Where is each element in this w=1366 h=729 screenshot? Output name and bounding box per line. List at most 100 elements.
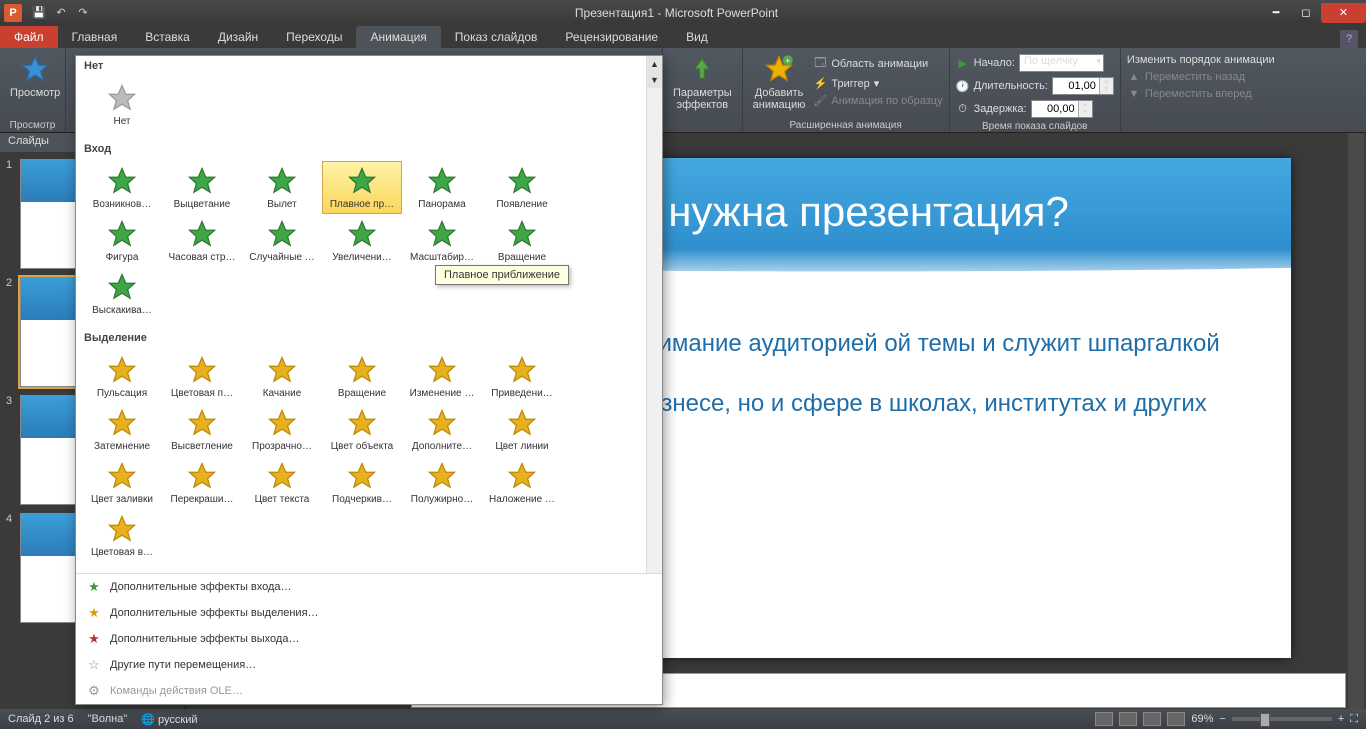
save-button[interactable]: 💾: [30, 4, 48, 22]
more-emphasis-effects[interactable]: ★Дополнительные эффекты выделения…: [76, 600, 662, 626]
star-plus-icon: +: [763, 53, 795, 85]
slideshow-view-button[interactable]: [1167, 712, 1185, 726]
anim-item[interactable]: Часовая стр…: [162, 214, 242, 267]
anim-item[interactable]: Затемнение: [82, 403, 162, 456]
more-motion-label: Другие пути перемещения…: [110, 659, 256, 671]
tab-insert[interactable]: Вставка: [131, 26, 204, 48]
anim-item-label: Масштабир…: [404, 252, 480, 263]
preview-button[interactable]: Просмотр: [6, 51, 64, 101]
reading-view-button[interactable]: [1143, 712, 1161, 726]
delay-spinner[interactable]: ▲▼: [1031, 100, 1093, 118]
anim-item[interactable]: Дополните…: [402, 403, 482, 456]
anim-item-label: Выцветание: [164, 199, 240, 210]
redo-button[interactable]: ↷: [74, 4, 92, 22]
gallery-scrollbar[interactable]: ▲ ▼: [646, 56, 662, 573]
undo-button[interactable]: ↶: [52, 4, 70, 22]
close-button[interactable]: ✕: [1321, 3, 1366, 23]
tab-transitions[interactable]: Переходы: [272, 26, 356, 48]
anim-none[interactable]: Нет: [82, 78, 162, 131]
tab-review[interactable]: Рецензирование: [551, 26, 672, 48]
maximize-button[interactable]: ◻: [1291, 3, 1321, 23]
anim-item[interactable]: Приведени…: [482, 350, 562, 403]
tab-design[interactable]: Дизайн: [204, 26, 272, 48]
anim-item[interactable]: Выцветание: [162, 161, 242, 214]
anim-item[interactable]: Вылет: [242, 161, 322, 214]
anim-item[interactable]: Высветление: [162, 403, 242, 456]
vertical-scrollbar[interactable]: [1348, 133, 1364, 709]
sorter-view-button[interactable]: [1119, 712, 1137, 726]
animation-pane-button[interactable]: 🗔Область анимации: [813, 53, 942, 74]
move-later-button[interactable]: ▼Переместить вперед: [1127, 87, 1275, 101]
trigger-button[interactable]: ⚡Триггер ▾: [813, 76, 942, 91]
anim-item[interactable]: Вращение: [482, 214, 562, 267]
anim-item[interactable]: Цвет линии: [482, 403, 562, 456]
anim-none-label: Нет: [84, 116, 160, 127]
anim-item-label: Появление: [484, 199, 560, 210]
star-icon: [426, 460, 458, 492]
anim-item[interactable]: Качание: [242, 350, 322, 403]
anim-item[interactable]: Панорама: [402, 161, 482, 214]
move-earlier-button[interactable]: ▲Переместить назад: [1127, 70, 1275, 84]
anim-item[interactable]: Плавное пр…: [322, 161, 402, 214]
more-entrance-effects[interactable]: ★Дополнительные эффекты входа…: [76, 574, 662, 600]
anim-item-label: Цвет текста: [244, 494, 320, 505]
anim-item[interactable]: Цвет объекта: [322, 403, 402, 456]
animation-painter-button[interactable]: 🖌Анимация по образцу: [813, 93, 942, 108]
anim-item[interactable]: Цветовая в…: [82, 509, 162, 562]
star-icon: [346, 218, 378, 250]
anim-item[interactable]: Цветовая п…: [162, 350, 242, 403]
start-combo[interactable]: По щелчку: [1019, 54, 1104, 72]
more-motion-paths[interactable]: ☆Другие пути перемещения…: [76, 652, 662, 678]
zoom-slider[interactable]: [1232, 717, 1332, 721]
anim-item-label: Плавное пр…: [324, 199, 400, 210]
anim-item[interactable]: Масштабир…: [402, 214, 482, 267]
anim-item[interactable]: Изменение …: [402, 350, 482, 403]
anim-item[interactable]: Фигура: [82, 214, 162, 267]
delay-input[interactable]: [1032, 103, 1078, 115]
fit-window-button[interactable]: ⛶: [1350, 713, 1358, 726]
help-button[interactable]: ?: [1340, 30, 1358, 48]
move-later-label: Переместить вперед: [1145, 88, 1252, 100]
file-tab[interactable]: Файл: [0, 26, 58, 48]
anim-item[interactable]: Случайные …: [242, 214, 322, 267]
anim-item[interactable]: Вращение: [322, 350, 402, 403]
anim-item[interactable]: Перекраши…: [162, 456, 242, 509]
section-entrance: Вход: [76, 139, 646, 159]
theme-name: "Волна": [88, 713, 128, 725]
gallery-scroll-area[interactable]: Нет Нет Вход Возникнов…ВыцветаниеВылетПл…: [76, 56, 646, 573]
anim-item[interactable]: Увеличени…: [322, 214, 402, 267]
star-icon: [346, 407, 378, 439]
zoom-value[interactable]: 69%: [1191, 713, 1213, 725]
effect-options-button[interactable]: Параметры эффектов: [669, 51, 736, 113]
anim-item[interactable]: Прозрачно…: [242, 403, 322, 456]
anim-item[interactable]: Полужирно…: [402, 456, 482, 509]
duration-spinner[interactable]: ▲▼: [1052, 77, 1114, 95]
normal-view-button[interactable]: [1095, 712, 1113, 726]
scroll-up-icon[interactable]: ▲: [647, 56, 662, 72]
anim-item[interactable]: Наложение …: [482, 456, 562, 509]
anim-item[interactable]: Цвет текста: [242, 456, 322, 509]
scroll-down-icon[interactable]: ▼: [647, 72, 662, 88]
anim-item-label: Часовая стр…: [164, 252, 240, 263]
add-animation-button[interactable]: + Добавить анимацию: [749, 51, 810, 113]
lang-indicator[interactable]: 🌐 русский: [141, 713, 197, 726]
tab-animations[interactable]: Анимация: [356, 26, 440, 48]
anim-item[interactable]: Подчеркив…: [322, 456, 402, 509]
title-bar: P 💾 ↶ ↷ Презентация1 - Microsoft PowerPo…: [0, 0, 1366, 25]
minimize-button[interactable]: ━: [1261, 3, 1291, 23]
tab-home[interactable]: Главная: [58, 26, 132, 48]
zoom-out-button[interactable]: −: [1219, 713, 1225, 725]
more-exit-effects[interactable]: ★Дополнительные эффекты выхода…: [76, 626, 662, 652]
tab-slideshow[interactable]: Показ слайдов: [441, 26, 552, 48]
anim-item[interactable]: Появление: [482, 161, 562, 214]
anim-item[interactable]: Цвет заливки: [82, 456, 162, 509]
anim-item[interactable]: Возникнов…: [82, 161, 162, 214]
zoom-in-button[interactable]: +: [1338, 713, 1344, 725]
star-icon: [346, 354, 378, 386]
anim-item[interactable]: Выскакива…: [82, 267, 162, 320]
anim-item[interactable]: Пульсация: [82, 350, 162, 403]
tab-view[interactable]: Вид: [672, 26, 722, 48]
animation-pane-label: Область анимации: [831, 58, 928, 70]
section-exit: Выход: [76, 570, 646, 573]
duration-input[interactable]: [1053, 80, 1099, 92]
